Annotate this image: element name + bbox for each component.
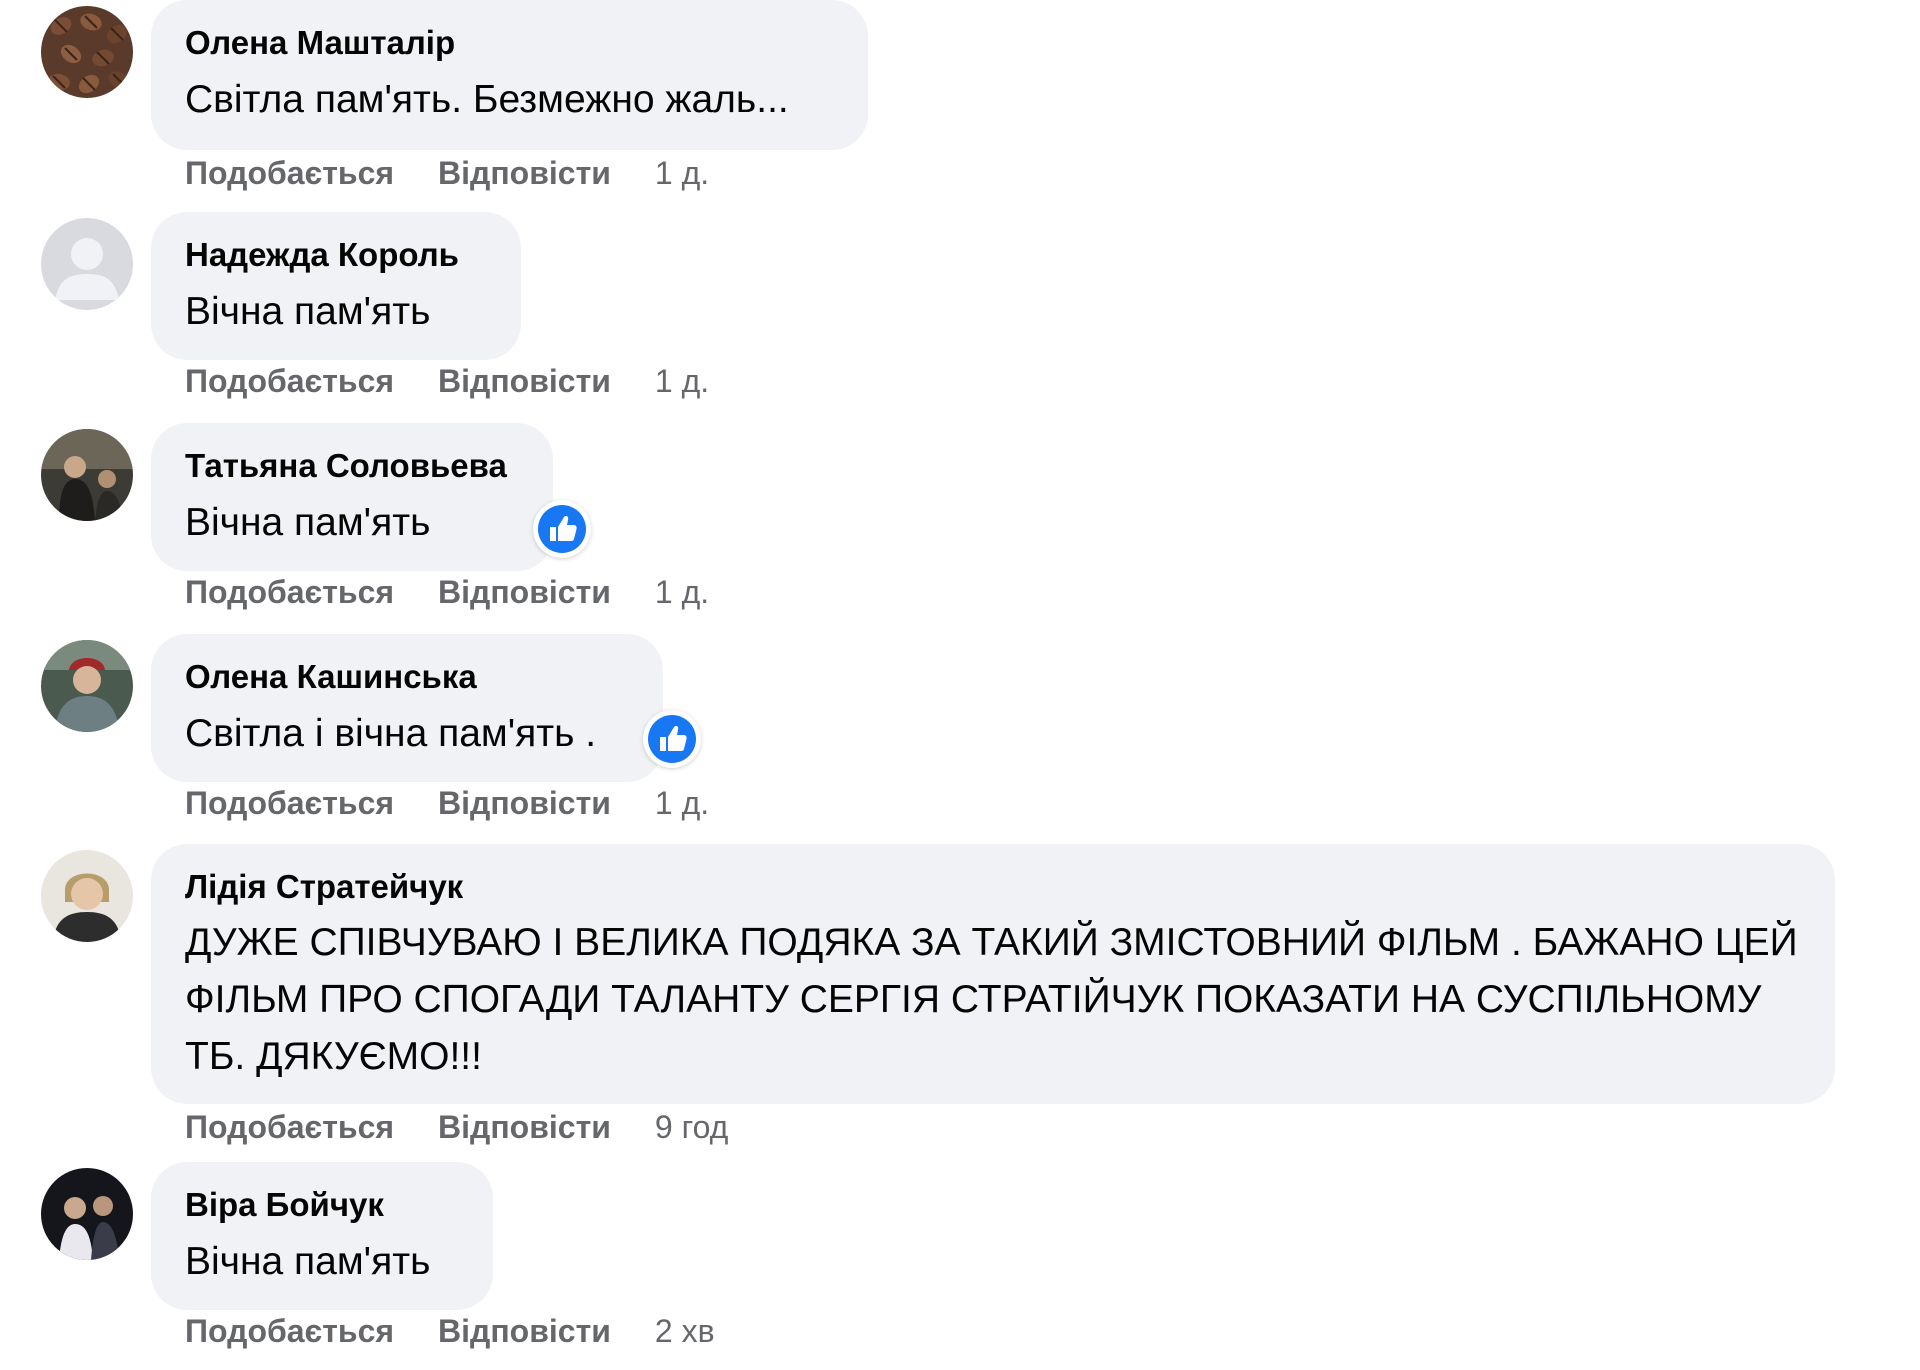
comment-author[interactable]: Олена Кашинська	[185, 656, 629, 698]
comment-text: Світла пам'ять. Безмежно жаль...	[185, 78, 789, 121]
comment-author[interactable]: Віра Бойчук	[185, 1184, 459, 1226]
user-photo-avatar-icon	[41, 640, 133, 732]
comment-timestamp[interactable]: 9 год	[655, 1109, 728, 1146]
avatar[interactable]	[41, 1168, 133, 1260]
reply-button[interactable]: Відповісти	[438, 574, 611, 611]
avatar[interactable]	[41, 640, 133, 732]
comment-actions: Подобається Відповісти 9 год	[185, 1109, 728, 1146]
comment-timestamp[interactable]: 2 хв	[655, 1313, 715, 1350]
like-button[interactable]: Подобається	[185, 574, 394, 611]
like-button[interactable]: Подобається	[185, 363, 394, 400]
comment-actions: Подобається Відповісти 1 д.	[185, 363, 709, 400]
comment-bubble: Лідія Стратейчук ДУЖЕ СПІВЧУВАЮ І ВЕЛИКА…	[151, 844, 1835, 1104]
default-user-avatar-icon	[41, 218, 133, 310]
like-button[interactable]: Подобається	[185, 1313, 394, 1350]
comment-text: Вічна пам'ять	[185, 501, 431, 544]
comment-actions: Подобається Відповісти 1 д.	[185, 155, 709, 192]
thumbs-up-icon	[538, 505, 586, 553]
reply-button[interactable]: Відповісти	[438, 785, 611, 822]
user-photo-avatar-icon	[41, 850, 133, 942]
like-reaction-badge[interactable]	[643, 710, 701, 768]
comment-bubble: Надежда Король Вічна пам'ять	[151, 212, 521, 360]
reply-button[interactable]: Відповісти	[438, 1313, 611, 1350]
thumbs-up-icon	[648, 715, 696, 763]
like-button[interactable]: Подобається	[185, 785, 394, 822]
comment-bubble: Олена Кашинська Світла і вічна пам'ять .	[151, 634, 663, 782]
avatar[interactable]	[41, 850, 133, 942]
reply-button[interactable]: Відповісти	[438, 155, 611, 192]
comment-timestamp[interactable]: 1 д.	[655, 574, 709, 611]
user-photo-avatar-icon	[41, 1168, 133, 1260]
comment-text: ДУЖЕ СПІВЧУВАЮ І ВЕЛИКА ПОДЯКА ЗА ТАКИЙ …	[185, 921, 1798, 1078]
comment-author[interactable]: Татьяна Соловьева	[185, 445, 519, 487]
like-reaction-badge[interactable]	[533, 500, 591, 558]
comment-text: Вічна пам'ять	[185, 1240, 431, 1283]
comment-actions: Подобається Відповісти 1 д.	[185, 574, 709, 611]
user-photo-avatar-icon	[41, 429, 133, 521]
avatar[interactable]	[41, 429, 133, 521]
comment-author[interactable]: Лідія Стратейчук	[185, 866, 1801, 908]
comment-author[interactable]: Олена Машталір	[185, 22, 834, 64]
avatar[interactable]	[41, 218, 133, 310]
comment-bubble: Олена Машталір Світла пам'ять. Безмежно …	[151, 0, 868, 150]
comment-text: Світла і вічна пам'ять .	[185, 712, 597, 755]
like-button[interactable]: Подобається	[185, 1109, 394, 1146]
comment-actions: Подобається Відповісти 1 д.	[185, 785, 709, 822]
coffee-beans-avatar-icon	[41, 6, 133, 98]
reply-button[interactable]: Відповісти	[438, 363, 611, 400]
comment-author[interactable]: Надежда Король	[185, 234, 487, 276]
comment-bubble: Віра Бойчук Вічна пам'ять	[151, 1162, 493, 1310]
reply-button[interactable]: Відповісти	[438, 1109, 611, 1146]
comment-actions: Подобається Відповісти 2 хв	[185, 1313, 715, 1350]
like-button[interactable]: Подобається	[185, 155, 394, 192]
comment-timestamp[interactable]: 1 д.	[655, 785, 709, 822]
comment-bubble: Татьяна Соловьева Вічна пам'ять	[151, 423, 553, 571]
comment-timestamp[interactable]: 1 д.	[655, 155, 709, 192]
comment-timestamp[interactable]: 1 д.	[655, 363, 709, 400]
avatar[interactable]	[41, 6, 133, 98]
comment-text: Вічна пам'ять	[185, 290, 431, 333]
